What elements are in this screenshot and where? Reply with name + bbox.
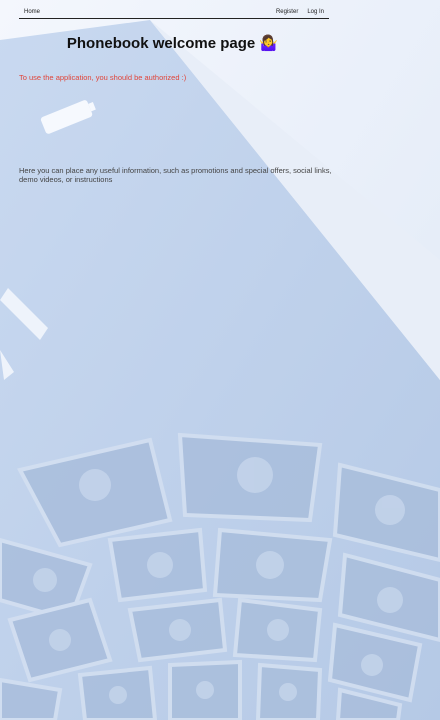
info-text: Here you can place any useful informatio… xyxy=(19,166,332,184)
page-title-text: Phonebook welcome page xyxy=(66,35,256,52)
nav-register-link[interactable]: Register xyxy=(276,9,298,15)
background-image xyxy=(0,0,440,720)
woman-shrugging-icon: 🤷‍♀️ xyxy=(259,35,279,52)
nav-home-link[interactable]: Home xyxy=(24,9,40,15)
nav-login-link[interactable]: Log In xyxy=(307,9,324,15)
nav-auth-links: Register Log In xyxy=(276,9,324,15)
top-navigation: Home Register Log In xyxy=(19,4,329,19)
auth-notice: To use the application, you should be au… xyxy=(19,73,187,82)
page-title: Phonebook welcome page 🤷‍♀️ xyxy=(0,34,345,52)
